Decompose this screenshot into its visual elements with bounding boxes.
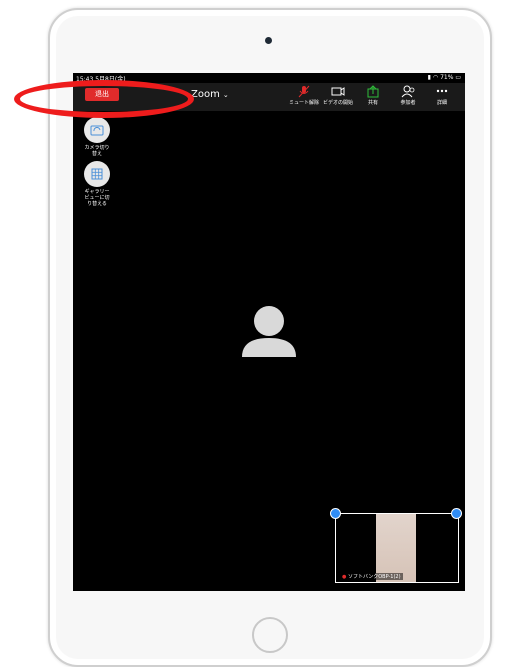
- gallery-grid-icon: [84, 161, 110, 187]
- signal-icon: ▮: [427, 74, 431, 81]
- microphone-muted-icon: ●: [342, 574, 347, 580]
- gallery-view-button[interactable]: ギャラリービューに切り替える: [83, 161, 111, 207]
- meeting-title-text: Zoom: [191, 89, 220, 100]
- self-name-label: ● ソフトバンクOBP-1(2): [340, 573, 403, 580]
- status-time-text: 15:43: [76, 76, 94, 83]
- battery-percent: 71%: [440, 74, 454, 81]
- status-battery: ▮ ◠ 71% ▭: [428, 74, 461, 81]
- thumbnail-resize-handle[interactable]: [330, 508, 341, 519]
- wifi-icon: ◠: [432, 74, 439, 81]
- zoom-screen: 15:43 5月8日(金) ▮ ◠ 71% ▭ 退出 Zoom⌄ ミュート解除: [73, 73, 465, 591]
- participants-button[interactable]: 参加者: [389, 85, 427, 106]
- leave-button[interactable]: 退出: [85, 88, 119, 101]
- status-date-text: 5月8日(金): [95, 76, 126, 83]
- share-label: 共有: [367, 100, 378, 106]
- participants-icon: [401, 85, 415, 98]
- more-label: 詳細: [436, 100, 447, 106]
- participants-label: 参加者: [400, 100, 416, 106]
- home-button[interactable]: [252, 617, 288, 653]
- participant-avatar-icon: [242, 306, 296, 357]
- switch-camera-button[interactable]: カメラ切り替え: [83, 117, 111, 157]
- switch-camera-icon: [84, 117, 110, 143]
- start-video-button[interactable]: ビデオの開始: [319, 85, 357, 106]
- share-upload-icon: [367, 85, 379, 98]
- switch-camera-label: カメラ切り替え: [84, 145, 110, 157]
- more-button[interactable]: 詳細: [423, 85, 461, 106]
- status-time: 15:43 5月8日(金): [76, 74, 126, 83]
- self-name-text: ソフトバンクOBP-1(2): [347, 574, 401, 580]
- self-video-thumbnail[interactable]: ● ソフトバンクOBP-1(2): [335, 513, 459, 583]
- chevron-down-icon: ⌄: [222, 91, 229, 99]
- mute-button[interactable]: ミュート解除: [285, 85, 323, 106]
- meeting-toolbar: 退出 Zoom ⌄ ミュート解除 ビデオの開始 共有 参加者 詳細: [73, 83, 465, 111]
- meeting-title[interactable]: Zoom ⌄: [191, 89, 229, 100]
- battery-icon: ▭: [455, 74, 461, 81]
- more-dots-icon: [436, 89, 448, 93]
- mute-label: ミュート解除: [288, 100, 319, 106]
- status-bar: 15:43 5月8日(金) ▮ ◠ 71% ▭: [73, 73, 465, 83]
- gallery-view-label: ギャラリービューに切り替える: [84, 189, 110, 207]
- share-button[interactable]: 共有: [354, 85, 392, 106]
- thumbnail-resize-handle[interactable]: [451, 508, 462, 519]
- video-label: ビデオの開始: [322, 100, 353, 106]
- microphone-muted-icon: [298, 85, 310, 98]
- self-video-feed: [376, 514, 416, 582]
- video-camera-icon: [331, 87, 345, 96]
- front-camera: [265, 37, 272, 44]
